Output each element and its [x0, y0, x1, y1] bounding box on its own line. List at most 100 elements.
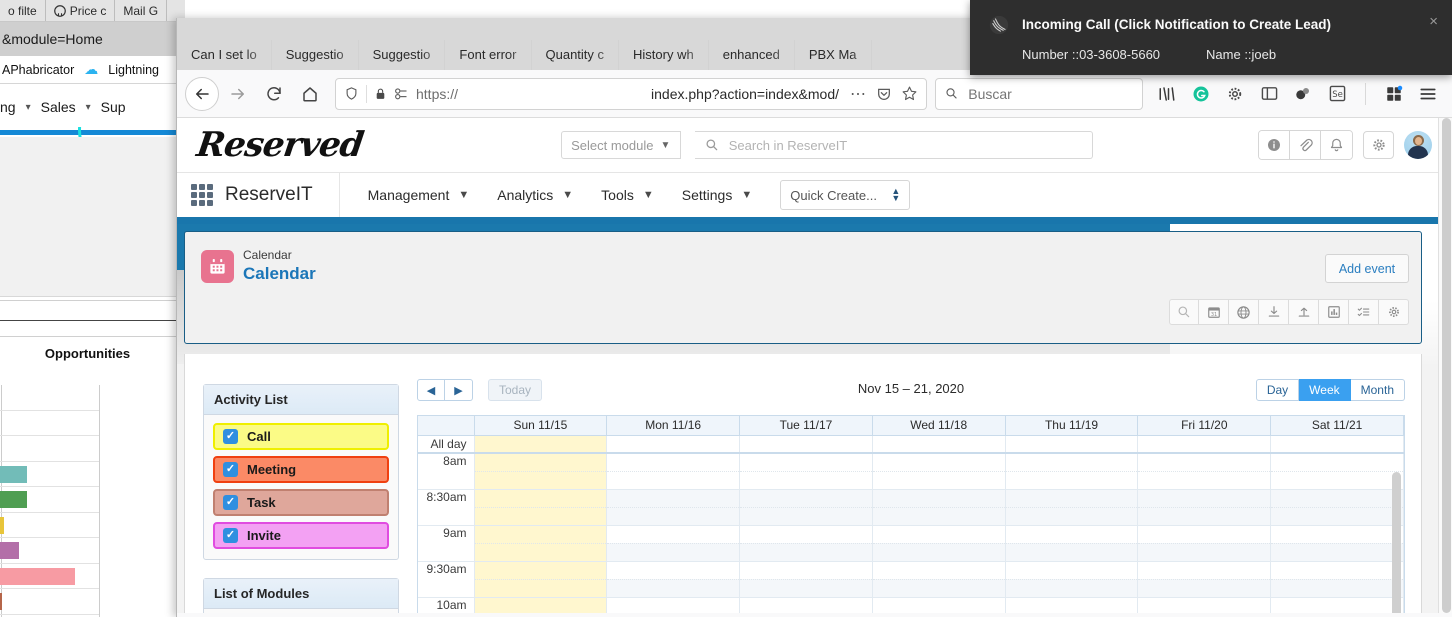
slot-cell[interactable] — [474, 597, 607, 613]
day-header-wed[interactable]: Wed 11/18 — [872, 416, 1005, 435]
view-month-button[interactable]: Month — [1351, 379, 1405, 401]
search-icon[interactable] — [1169, 299, 1199, 325]
slot-cell[interactable] — [872, 525, 1005, 543]
slot-cell[interactable] — [872, 453, 1005, 471]
slot-cell[interactable] — [872, 489, 1005, 507]
slot-cell[interactable] — [740, 561, 873, 579]
slot-cell[interactable] — [607, 471, 740, 489]
day-header-thu[interactable]: Thu 11/19 — [1005, 416, 1138, 435]
slot-cell[interactable] — [1271, 579, 1404, 597]
chart-icon[interactable] — [1319, 299, 1349, 325]
slot-cell[interactable] — [1271, 453, 1404, 471]
slot-cell[interactable] — [1005, 489, 1138, 507]
view-week-button[interactable]: Week — [1299, 379, 1350, 401]
slot-cell[interactable] — [474, 543, 607, 561]
slot-cell[interactable] — [1138, 453, 1271, 471]
day-header-sat[interactable]: Sat 11/21 — [1271, 416, 1404, 435]
slot-cell[interactable] — [1138, 543, 1271, 561]
day-header-fri[interactable]: Fri 11/20 — [1138, 416, 1271, 435]
nav-item-analytics[interactable]: Analytics ▼ — [497, 187, 573, 203]
all-day-cell[interactable] — [607, 435, 740, 453]
info-icon[interactable] — [1259, 131, 1290, 159]
all-day-cell[interactable] — [1005, 435, 1138, 453]
checkbox-checked-icon[interactable]: ✓ — [223, 429, 238, 444]
extensions-icon[interactable] — [1384, 84, 1404, 104]
view-day-button[interactable]: Day — [1256, 379, 1299, 401]
add-event-button[interactable]: Add event — [1325, 254, 1409, 283]
day-header-tue[interactable]: Tue 11/17 — [740, 416, 873, 435]
slot-cell[interactable] — [1271, 597, 1404, 613]
background-nav-item[interactable]: Sup — [101, 99, 126, 115]
calendar-icon[interactable]: 31 — [1199, 299, 1229, 325]
page-scrollbar[interactable] — [1438, 118, 1452, 613]
slot-cell[interactable] — [1005, 471, 1138, 489]
slot-cell[interactable] — [740, 453, 873, 471]
app-grid-icon[interactable] — [191, 184, 213, 206]
slot-cell[interactable] — [607, 507, 740, 525]
globe-icon[interactable] — [1229, 299, 1259, 325]
slot-cell[interactable] — [474, 561, 607, 579]
background-tab[interactable]: Mail G — [115, 0, 167, 22]
slot-cell[interactable] — [607, 597, 740, 613]
background-bookmarks-bar[interactable]: APhabricator ☁ Lightning — [0, 56, 185, 84]
paperclip-icon[interactable] — [1290, 131, 1321, 159]
gear-icon[interactable] — [1225, 84, 1245, 104]
quick-create-dropdown[interactable]: Quick Create... ▲▼ — [780, 180, 910, 210]
slot-cell[interactable] — [474, 579, 607, 597]
slot-cell[interactable] — [872, 543, 1005, 561]
url-bar[interactable]: https:// /index.php?action=index&mod ⋯ — [335, 78, 927, 110]
slot-cell[interactable] — [1005, 597, 1138, 613]
slot-cell[interactable] — [1138, 507, 1271, 525]
slot-cell[interactable] — [607, 579, 740, 597]
slot-cell[interactable] — [1005, 579, 1138, 597]
browser-tab[interactable]: Can I set lo — [177, 40, 272, 70]
slot-cell[interactable] — [474, 471, 607, 489]
checkbox-checked-icon[interactable]: ✓ — [223, 528, 238, 543]
slot-cell[interactable] — [740, 597, 873, 613]
page-actions-icon[interactable]: ⋯ — [850, 84, 867, 104]
slot-cell[interactable] — [872, 561, 1005, 579]
app-logo[interactable]: Reserved — [194, 125, 365, 165]
slot-cell[interactable] — [740, 507, 873, 525]
slot-cell[interactable] — [872, 507, 1005, 525]
activity-filter-call[interactable]: ✓ Call — [213, 423, 389, 450]
slot-cell[interactable] — [1271, 525, 1404, 543]
pocket-icon[interactable] — [876, 86, 892, 102]
slot-cell[interactable] — [1005, 453, 1138, 471]
activity-filter-invite[interactable]: ✓ Invite — [213, 522, 389, 549]
selenium-icon[interactable]: Se — [1327, 84, 1347, 104]
slot-cell[interactable] — [474, 507, 607, 525]
background-tab[interactable]: Price c — [46, 0, 116, 22]
bookmark-lightning[interactable]: Lightning — [108, 63, 159, 77]
page-scrollbar-thumb[interactable] — [1442, 118, 1451, 613]
slot-cell[interactable] — [607, 525, 740, 543]
slot-cell[interactable] — [1138, 579, 1271, 597]
slot-cell[interactable] — [872, 471, 1005, 489]
slot-cell[interactable] — [1005, 561, 1138, 579]
background-nav-item[interactable]: ng — [0, 99, 16, 115]
settings-icon[interactable] — [1379, 299, 1409, 325]
slot-cell[interactable] — [1138, 597, 1271, 613]
slot-cell[interactable] — [1271, 507, 1404, 525]
lock-icon[interactable] — [374, 87, 387, 101]
activity-filter-task[interactable]: ✓ Task — [213, 489, 389, 516]
checkbox-checked-icon[interactable]: ✓ — [223, 462, 238, 477]
browser-tab[interactable]: Suggestio — [359, 40, 446, 70]
day-header-sun[interactable]: Sun 11/15 — [474, 416, 607, 435]
shield-icon[interactable] — [344, 86, 359, 101]
reload-button[interactable] — [257, 77, 291, 111]
permissions-icon[interactable] — [394, 87, 409, 100]
browser-tab[interactable]: Font error — [445, 40, 531, 70]
slot-cell[interactable] — [1138, 489, 1271, 507]
background-url-bar[interactable]: &module=Home — [0, 22, 185, 56]
upload-icon[interactable] — [1289, 299, 1319, 325]
activity-filter-meeting[interactable]: ✓ Meeting — [213, 456, 389, 483]
slot-cell[interactable] — [740, 579, 873, 597]
search-input[interactable] — [966, 85, 1133, 103]
browser-tab[interactable]: PBX Ma — [795, 40, 872, 70]
close-icon[interactable]: × — [1429, 13, 1438, 30]
background-app-nav[interactable]: ng ▾ Sales ▾ Sup — [0, 84, 185, 130]
calendar-scrollbar-thumb[interactable] — [1392, 472, 1401, 613]
slot-cell[interactable] — [740, 471, 873, 489]
forward-button[interactable] — [221, 77, 255, 111]
